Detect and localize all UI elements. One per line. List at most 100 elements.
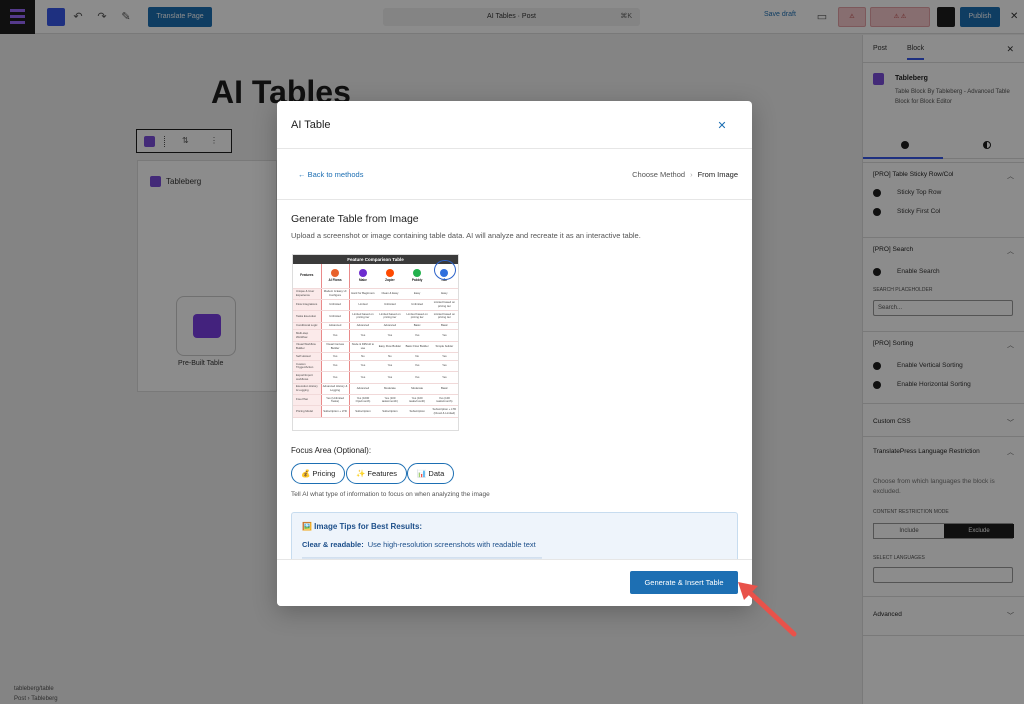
preview-cell: No bbox=[349, 352, 377, 361]
preview-cell: No bbox=[403, 352, 431, 361]
image-tips-panel: 🖼️ Image Tips for Best Results: Clear & … bbox=[291, 512, 738, 562]
section-description: Upload a screenshot or image containing … bbox=[291, 231, 641, 240]
uploaded-image-preview[interactable]: Feature Comparison Table Features AI Flow… bbox=[292, 254, 459, 431]
preview-cell: Yes bbox=[403, 360, 431, 373]
preview-cell: Basic bbox=[430, 322, 458, 331]
preview-cell: Yes bbox=[430, 360, 458, 373]
preview-header-text: Zapier bbox=[385, 277, 395, 282]
preview-cell: Pricing Model bbox=[293, 405, 322, 418]
modal-navigation: ← Back to methods Choose Method › From Ima… bbox=[277, 150, 752, 200]
preview-cell: Multi-step Workflow bbox=[293, 329, 322, 342]
preview-cell: Advanced bbox=[320, 322, 350, 331]
tool-logo-icon bbox=[331, 268, 340, 277]
preview-row: Custom Trigger/Action Yes Yes Yes Yes Yes bbox=[293, 360, 458, 373]
preview-cell: Easy bbox=[430, 288, 458, 300]
preview-cell: Basic bbox=[403, 322, 431, 331]
preview-cell: Limited based on pricing tier bbox=[430, 299, 458, 312]
preview-cell: Yes bbox=[403, 371, 431, 384]
preview-cell: Yes bbox=[376, 360, 404, 373]
preview-header-cell: Make bbox=[349, 264, 377, 289]
preview-cell: Moderate bbox=[376, 383, 404, 396]
preview-cell: Subscription bbox=[376, 405, 404, 418]
breadcrumb: Choose Method › From Image bbox=[632, 170, 738, 179]
preview-header-cell: Pabbly bbox=[403, 264, 431, 289]
tip-item-label: Clear & readable: bbox=[302, 540, 364, 549]
tips-title: 🖼️ Image Tips for Best Results: bbox=[302, 522, 423, 531]
preview-cell: Unlimited bbox=[320, 310, 350, 323]
preview-cell: Subscription + LTD (Cloud & Limited) bbox=[430, 405, 458, 418]
annotation-arrow-icon bbox=[738, 582, 797, 637]
preview-cell: Moderate bbox=[403, 383, 431, 396]
breadcrumb-from-image: From Image bbox=[697, 170, 738, 179]
preview-header-text: Features bbox=[300, 272, 314, 277]
preview-cell: Export/Import workflows bbox=[293, 371, 322, 384]
preview-cell: Yes (100 tasks/month) bbox=[403, 394, 431, 407]
preview-cell: Visual Workflow Builder bbox=[293, 341, 322, 354]
preview-row: Tasks Execution Unlimited Limited based on… bbox=[293, 310, 458, 323]
modal-title: AI Table bbox=[291, 119, 331, 131]
close-icon[interactable]: ✕ bbox=[715, 119, 729, 133]
preview-cell: Yes bbox=[430, 352, 458, 361]
preview-cell: Yes (Unlimited Tasks) bbox=[320, 394, 350, 407]
preview-cell: Node & Difficult to use bbox=[349, 341, 377, 354]
preview-cell: Clean & Easy bbox=[376, 288, 404, 300]
breadcrumb-choose-method[interactable]: Choose Method bbox=[632, 170, 685, 179]
preview-cell: Limited based on pricing tier bbox=[376, 310, 404, 323]
preview-cell: Yes bbox=[376, 371, 404, 384]
preview-cell: Execution History & Logging bbox=[293, 383, 322, 396]
preview-row: Flow Integrations Unlimited Limited Unlimit… bbox=[293, 299, 458, 312]
preview-header-text: AI Flows bbox=[328, 277, 342, 282]
preview-cell: Subscription bbox=[349, 405, 377, 418]
focus-chip-pricing[interactable]: 💰 Pricing bbox=[291, 463, 346, 484]
preview-header-text: Pabbly bbox=[411, 277, 423, 282]
preview-cell: Self Hosted bbox=[293, 352, 322, 361]
tool-logo-icon bbox=[385, 268, 394, 277]
preview-cell: Yes bbox=[430, 329, 458, 342]
tool-logo-icon bbox=[413, 268, 422, 277]
preview-cell: Yes bbox=[320, 371, 350, 384]
focus-chip-data[interactable]: 📊 Data bbox=[407, 463, 455, 484]
preview-cell: Yes bbox=[320, 352, 350, 361]
chevron-right-icon: › bbox=[690, 170, 693, 179]
modal-header: AI Table ✕ bbox=[277, 101, 752, 149]
preview-cell: Advanced History & Logging bbox=[320, 383, 350, 396]
preview-cell: Limited based on pricing tier bbox=[403, 310, 431, 323]
preview-cell: Basic Flow Builder bbox=[403, 341, 431, 354]
focus-area-label: Focus Area (Optional): bbox=[291, 446, 372, 455]
preview-cell: Subscription + LTD bbox=[320, 405, 350, 418]
preview-cell: No bbox=[376, 352, 404, 361]
preview-row: Self Hosted Yes No No No Yes bbox=[293, 352, 458, 361]
preview-cell: Modern & Easy UI Configure bbox=[320, 288, 350, 300]
preview-cell: Yes (1000 Ops/month) bbox=[349, 394, 377, 407]
ai-table-modal: AI Table ✕ ← Back to methods Choose Meth… bbox=[277, 101, 752, 606]
preview-cell: Limited based on pricing tier bbox=[430, 310, 458, 323]
preview-cell: Advanced bbox=[376, 322, 404, 331]
preview-cell: Yes bbox=[349, 371, 377, 384]
back-to-methods-link[interactable]: ← Back to methods bbox=[298, 170, 363, 179]
preview-cell: Unlimited bbox=[376, 299, 404, 312]
preview-cell: Unlimited bbox=[320, 299, 350, 312]
generate-insert-table-button[interactable]: Generate & Insert Table bbox=[630, 571, 738, 594]
preview-cell: Yes (100 tasks/month) bbox=[430, 394, 458, 407]
preview-row: Visual Workflow Builder Visual Canvas Bui… bbox=[293, 341, 458, 354]
tip-item: Clear & readable: Use high-resolution scr… bbox=[302, 540, 536, 549]
preview-cell: Basic bbox=[430, 383, 458, 396]
tip-item-text: Use high-resolution screenshots with rea… bbox=[367, 540, 536, 549]
preview-row: Export/Import workflows Yes Yes Yes Yes Yes bbox=[293, 371, 458, 384]
focus-chip-features[interactable]: ✨ Features bbox=[346, 463, 408, 484]
preview-cell: Yes bbox=[349, 329, 377, 342]
preview-table: Features AI Flows Make Zapier Pabbly n8n Uniqu… bbox=[293, 264, 458, 418]
preview-cell: Advanced bbox=[349, 383, 377, 396]
preview-cell: Simple builder bbox=[430, 341, 458, 354]
preview-cell: Unlimited bbox=[403, 299, 431, 312]
preview-row: Pricing Model Subscription + LTD Subscript… bbox=[293, 405, 458, 418]
preview-cell: Yes bbox=[320, 329, 350, 342]
preview-cell: Unique & User Experience bbox=[293, 288, 322, 300]
preview-header-cell: Zapier bbox=[376, 264, 404, 289]
preview-cell: Hard for Beginners bbox=[349, 288, 377, 300]
highlight-circle bbox=[434, 260, 456, 280]
preview-cell: Advanced bbox=[349, 322, 377, 331]
preview-row: Free Plan Yes (Unlimited Tasks) Yes (1000 … bbox=[293, 394, 458, 407]
preview-row: Execution History & Logging Advanced Hist… bbox=[293, 383, 458, 396]
preview-row: Unique & User Experience Modern & Easy UI… bbox=[293, 288, 458, 300]
